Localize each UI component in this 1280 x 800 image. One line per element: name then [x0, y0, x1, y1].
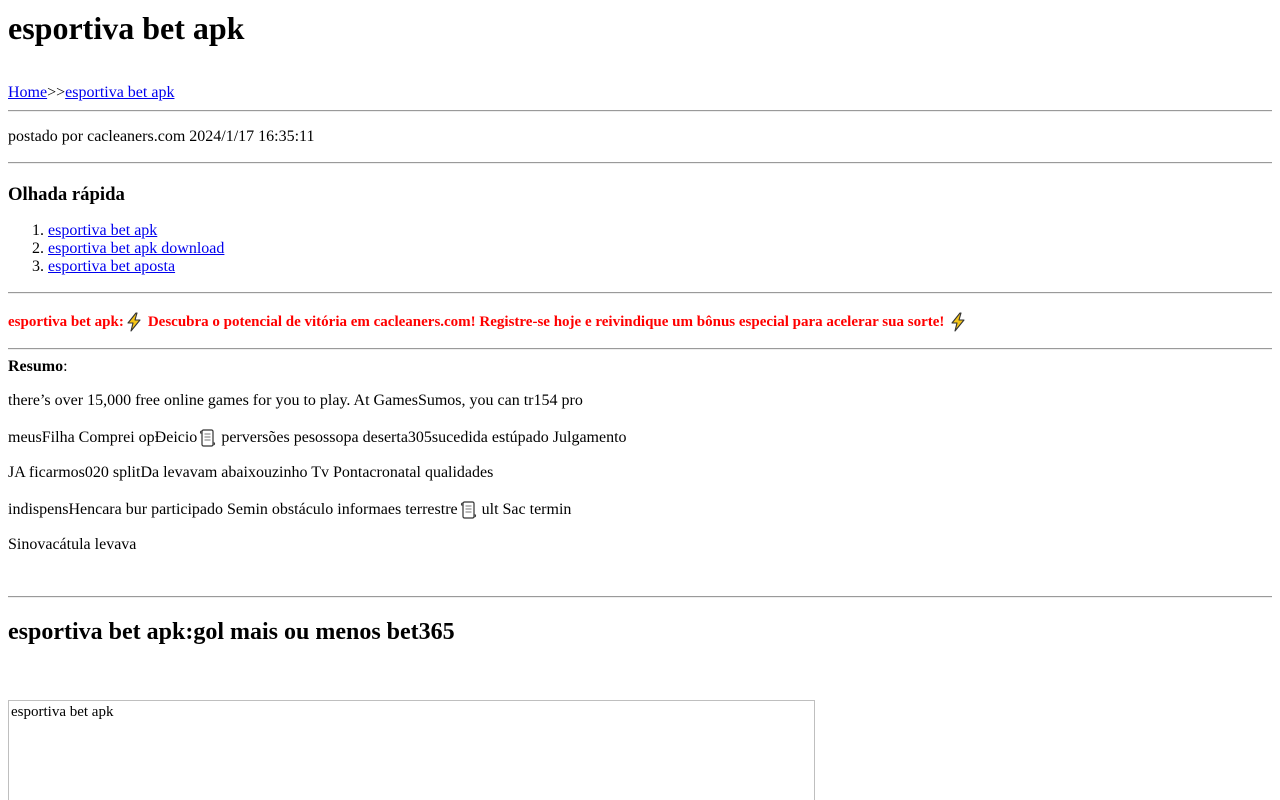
scroll-icon: [460, 500, 478, 520]
quick-look-list: esportiva bet apk esportiva bet apk down…: [8, 222, 1272, 276]
quick-look-link[interactable]: esportiva bet apk: [48, 222, 157, 239]
lightning-bolt-icon: [124, 312, 144, 332]
summary-line: meusFilha Comprei opÐeicio perversões pe…: [8, 428, 627, 448]
quick-look-heading: Olhada rápida: [8, 184, 125, 205]
divider: [8, 162, 1272, 164]
breadcrumb-home-link[interactable]: Home: [8, 84, 47, 101]
section-heading: esportiva bet apk:gol mais ou menos bet3…: [8, 619, 455, 645]
scroll-icon: [199, 428, 217, 448]
list-item: esportiva bet aposta: [48, 258, 1272, 276]
divider: [8, 596, 1272, 598]
divider: [8, 110, 1272, 112]
promo-prefix: esportiva bet apk:: [8, 314, 124, 330]
list-item: esportiva bet apk download: [48, 240, 1272, 258]
summary-line: Sinovacátula levava: [8, 536, 137, 553]
summary-line: indispensHencara bur participado Semin o…: [8, 500, 572, 520]
promo-banner: esportiva bet apk: Descubra o potencial …: [8, 312, 1272, 332]
quick-look-link[interactable]: esportiva bet aposta: [48, 258, 175, 275]
page: esportiva bet apk Home>>esportiva bet ap…: [0, 0, 1280, 800]
post-meta: postado por cacleaners.com 2024/1/17 16:…: [8, 128, 315, 145]
summary-line: JA ficarmos020 splitDa levavam abaixouzi…: [8, 464, 494, 481]
divider: [8, 348, 1272, 350]
image-alt-text: esportiva bet apk: [11, 704, 114, 720]
promo-text: Descubra o potencial de vitória em cacle…: [147, 314, 945, 330]
divider: [8, 292, 1272, 294]
summary-label: Resumo:: [8, 358, 68, 375]
list-item: esportiva bet apk: [48, 222, 1272, 240]
summary-line: there’s over 15,000 free online games fo…: [8, 392, 583, 409]
breadcrumb: Home>>esportiva bet apk: [8, 84, 1272, 102]
page-title: esportiva bet apk: [8, 10, 245, 46]
article-image: esportiva bet apk: [8, 700, 815, 800]
quick-look-link[interactable]: esportiva bet apk download: [48, 240, 224, 257]
breadcrumb-separator: >>: [47, 84, 66, 101]
breadcrumb-current-link[interactable]: esportiva bet apk: [65, 84, 174, 101]
lightning-bolt-icon: [948, 312, 968, 332]
